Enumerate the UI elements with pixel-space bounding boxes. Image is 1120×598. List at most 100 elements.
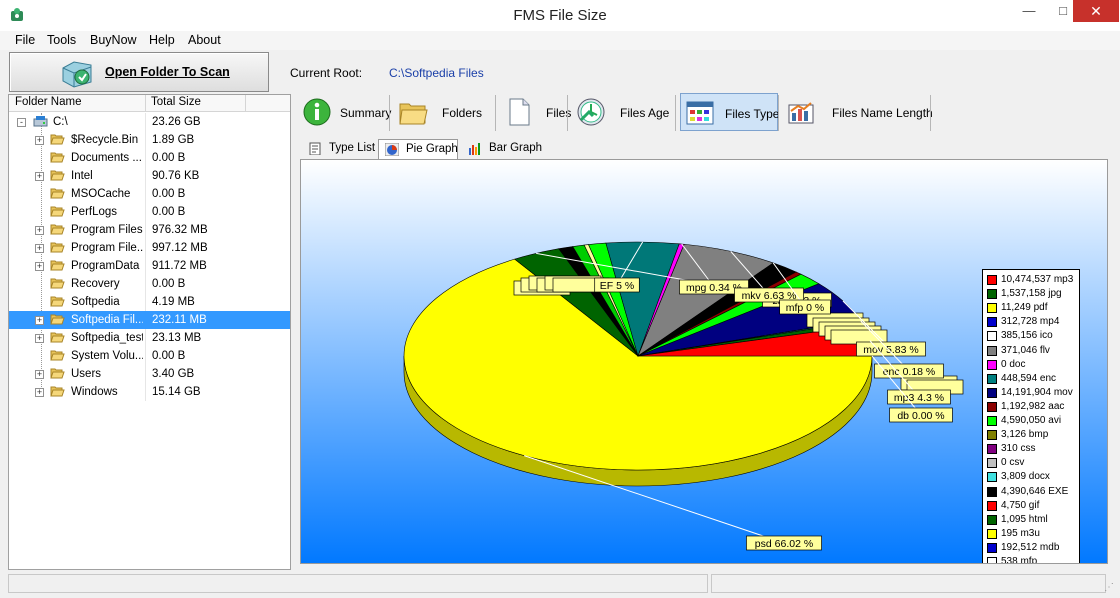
- legend-label: 14,191,904 mov: [1001, 386, 1073, 398]
- tab-bar-graph[interactable]: Bar Graph: [462, 139, 543, 159]
- legend-item: 448,594 enc: [987, 372, 1079, 386]
- folder-name: Program File...: [71, 242, 143, 254]
- column-total-size[interactable]: Total Size: [151, 96, 201, 108]
- callout-label: mp3 4.3 %: [894, 392, 944, 404]
- folder-icon: [50, 296, 65, 307]
- expand-icon[interactable]: +: [35, 262, 44, 271]
- tree-row[interactable]: + Softpedia_test 23.13 MB: [9, 329, 290, 347]
- legend-item: 3,126 bmp: [987, 428, 1079, 442]
- legend-label: 1,192,982 aac: [1001, 400, 1065, 412]
- legend-item: 371,046 flv: [987, 344, 1079, 358]
- callout-label: mov 5.83 %: [863, 344, 918, 356]
- tree-row[interactable]: + ProgramData 911.72 MB: [9, 257, 290, 275]
- legend-swatch: [987, 528, 997, 539]
- tree-row[interactable]: Documents ... 0.00 B: [9, 149, 290, 167]
- open-folder-label: Open Folder To Scan: [105, 65, 230, 79]
- folder-icon: [50, 278, 65, 289]
- expand-icon[interactable]: +: [35, 334, 44, 343]
- view-button-folders[interactable]: Folders: [394, 93, 490, 131]
- legend-item: 1,095 html: [987, 513, 1079, 527]
- column-divider[interactable]: [145, 95, 146, 111]
- column-gridline: [145, 203, 146, 221]
- legend-label: 371,046 flv: [1001, 344, 1050, 356]
- legend-swatch: [987, 387, 997, 398]
- column-gridline: [145, 293, 146, 311]
- pie-graph-icon: [385, 143, 399, 156]
- view-button-label: Files Type: [725, 107, 780, 121]
- folder-name: Softpedia Fil...: [71, 314, 143, 326]
- folder-name: Softpedia: [71, 296, 120, 308]
- folders-icon: [399, 103, 428, 125]
- collapse-icon[interactable]: -: [17, 118, 26, 127]
- expand-icon[interactable]: +: [35, 388, 44, 397]
- folder-name: System Volu...: [71, 350, 143, 362]
- menu-file[interactable]: File: [15, 33, 35, 47]
- legend-label: 192,512 mdb: [1001, 541, 1060, 553]
- menu-buynow[interactable]: BuyNow: [90, 33, 137, 47]
- tab-label: Bar Graph: [489, 142, 543, 154]
- column-divider[interactable]: [245, 95, 246, 111]
- legend-swatch: [987, 275, 997, 285]
- tree-row-root[interactable]: - C:\ 23.26 GB: [9, 113, 290, 131]
- folder-size: 4.19 MB: [152, 296, 195, 308]
- view-button-files-type[interactable]: Files Type: [680, 93, 780, 131]
- view-button-files-age[interactable]: Files Age: [572, 93, 669, 131]
- folder-tree[interactable]: Folder Name Total Size - C:\ 23.26 GB + $Rec…: [8, 94, 291, 570]
- tree-row[interactable]: + Windows 15.14 GB: [9, 383, 290, 401]
- folder-icon: [50, 224, 65, 235]
- column-gridline: [145, 257, 146, 275]
- view-button-files-name-length[interactable]: Files Name Length: [782, 93, 933, 131]
- menu-tools[interactable]: Tools: [47, 33, 76, 47]
- legend-item: 385,156 ico: [987, 329, 1079, 343]
- menu-bar: File Tools BuyNow Help About: [0, 31, 1120, 50]
- tab-label: Type List: [329, 142, 376, 154]
- tree-header: Folder Name Total Size: [9, 95, 290, 112]
- folder-size: 1.89 GB: [152, 134, 195, 146]
- resize-grip-icon[interactable]: ⋰: [1104, 582, 1114, 593]
- tree-row[interactable]: + Program File... 997.12 MB: [9, 239, 290, 257]
- tab-type-list[interactable]: Type List: [302, 139, 376, 159]
- expand-icon[interactable]: +: [35, 244, 44, 253]
- legend-swatch: [987, 401, 997, 412]
- menu-about[interactable]: About: [188, 33, 221, 47]
- view-button-summary[interactable]: Summary: [298, 93, 391, 131]
- tree-row[interactable]: + Program Files 976.32 MB: [9, 221, 290, 239]
- folder-name: Intel: [71, 170, 93, 182]
- expand-icon[interactable]: +: [35, 172, 44, 181]
- open-folder-button[interactable]: Open Folder To Scan: [9, 52, 269, 92]
- expand-icon[interactable]: +: [35, 136, 44, 145]
- expand-icon[interactable]: +: [35, 226, 44, 235]
- view-button-files[interactable]: Files: [500, 93, 571, 131]
- legend-label: 4,750 gif: [1001, 499, 1040, 511]
- menu-help[interactable]: Help: [149, 33, 175, 47]
- tree-row[interactable]: + $Recycle.Bin 1.89 GB: [9, 131, 290, 149]
- tree-row[interactable]: + Softpedia Fil... 232.11 MB: [9, 311, 290, 329]
- folder-name: MSOCache: [71, 188, 131, 200]
- open-folder-icon: [62, 61, 92, 88]
- column-folder-name[interactable]: Folder Name: [15, 96, 81, 108]
- tree-row[interactable]: + Users 3.40 GB: [9, 365, 290, 383]
- column-gridline: [145, 149, 146, 167]
- legend-swatch: [987, 303, 997, 314]
- tree-row[interactable]: Softpedia 4.19 MB: [9, 293, 290, 311]
- legend-swatch: [987, 331, 997, 342]
- folder-name: ProgramData: [71, 260, 140, 272]
- expand-icon[interactable]: +: [35, 316, 44, 325]
- folder-icon: [50, 260, 65, 271]
- close-button[interactable]: ✕: [1073, 0, 1119, 22]
- tree-row[interactable]: Recovery 0.00 B: [9, 275, 290, 293]
- column-gridline: [145, 329, 146, 347]
- legend-item: 10,474,537 mp3: [987, 273, 1079, 287]
- folder-icon: [50, 314, 65, 325]
- legend-item: 0 csv: [987, 456, 1079, 470]
- legend-item: 3,809 docx: [987, 470, 1079, 484]
- tree-row[interactable]: + Intel 90.76 KB: [9, 167, 290, 185]
- tree-row[interactable]: System Volu... 0.00 B: [9, 347, 290, 365]
- minimize-button[interactable]: —: [1012, 0, 1046, 22]
- tree-row[interactable]: MSOCache 0.00 B: [9, 185, 290, 203]
- callout-label: enc 0.18 %: [883, 366, 936, 378]
- expand-icon[interactable]: +: [35, 370, 44, 379]
- tab-pie-graph[interactable]: Pie Graph: [378, 139, 458, 159]
- folder-name: Program Files: [71, 224, 143, 236]
- tree-row[interactable]: PerfLogs 0.00 B: [9, 203, 290, 221]
